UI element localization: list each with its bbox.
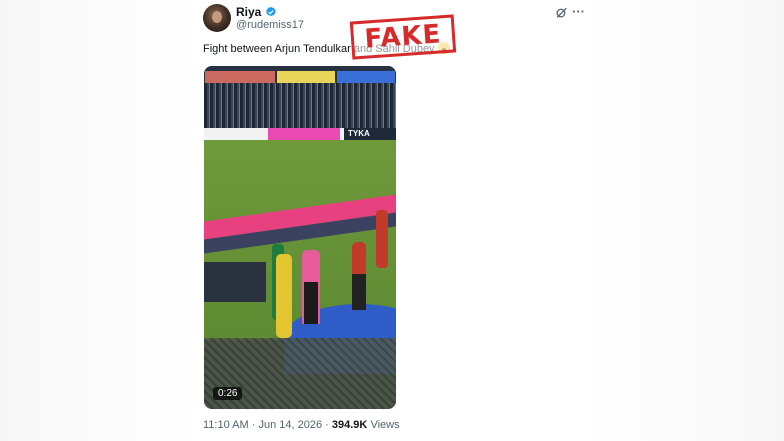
fake-stamp-label: FAKE xyxy=(363,19,443,55)
player-yellow xyxy=(276,254,292,338)
fake-stamp: FAKE xyxy=(349,14,457,60)
tweet-date[interactable]: Jun 14, 2026 xyxy=(258,419,322,431)
player-red-background xyxy=(376,210,388,268)
more-icon[interactable]: ··· xyxy=(572,5,585,18)
tweet-time[interactable]: 11:10 AM xyxy=(203,419,249,431)
meta-separator-2: · xyxy=(325,419,329,431)
meta-separator: · xyxy=(251,419,256,431)
avatar[interactable] xyxy=(203,4,231,32)
verified-icon xyxy=(266,6,277,17)
views-count: 394.9K xyxy=(331,419,368,431)
sponsor-board-label: TYKA xyxy=(348,129,370,138)
top-ad-board xyxy=(204,71,396,83)
display-name[interactable]: Riya xyxy=(236,5,261,19)
dugout xyxy=(204,262,266,302)
author-handle[interactable]: @rudemiss17 xyxy=(236,19,304,31)
pink-ad-board xyxy=(268,128,340,140)
player-red-trousers xyxy=(352,274,366,310)
umpire-trousers xyxy=(304,282,318,324)
tweet-metadata: 11:10 AM · Jun 14, 2026 · 394.9K Views xyxy=(203,419,400,431)
sponsor-board: TYKA xyxy=(344,128,396,140)
video-player[interactable]: TYKA 0:26 xyxy=(204,66,396,409)
video-timer: 0:26 xyxy=(213,387,243,400)
views-label: Views xyxy=(370,419,400,431)
grok-icon[interactable] xyxy=(555,6,568,19)
author-name-row: Riya xyxy=(236,5,277,19)
